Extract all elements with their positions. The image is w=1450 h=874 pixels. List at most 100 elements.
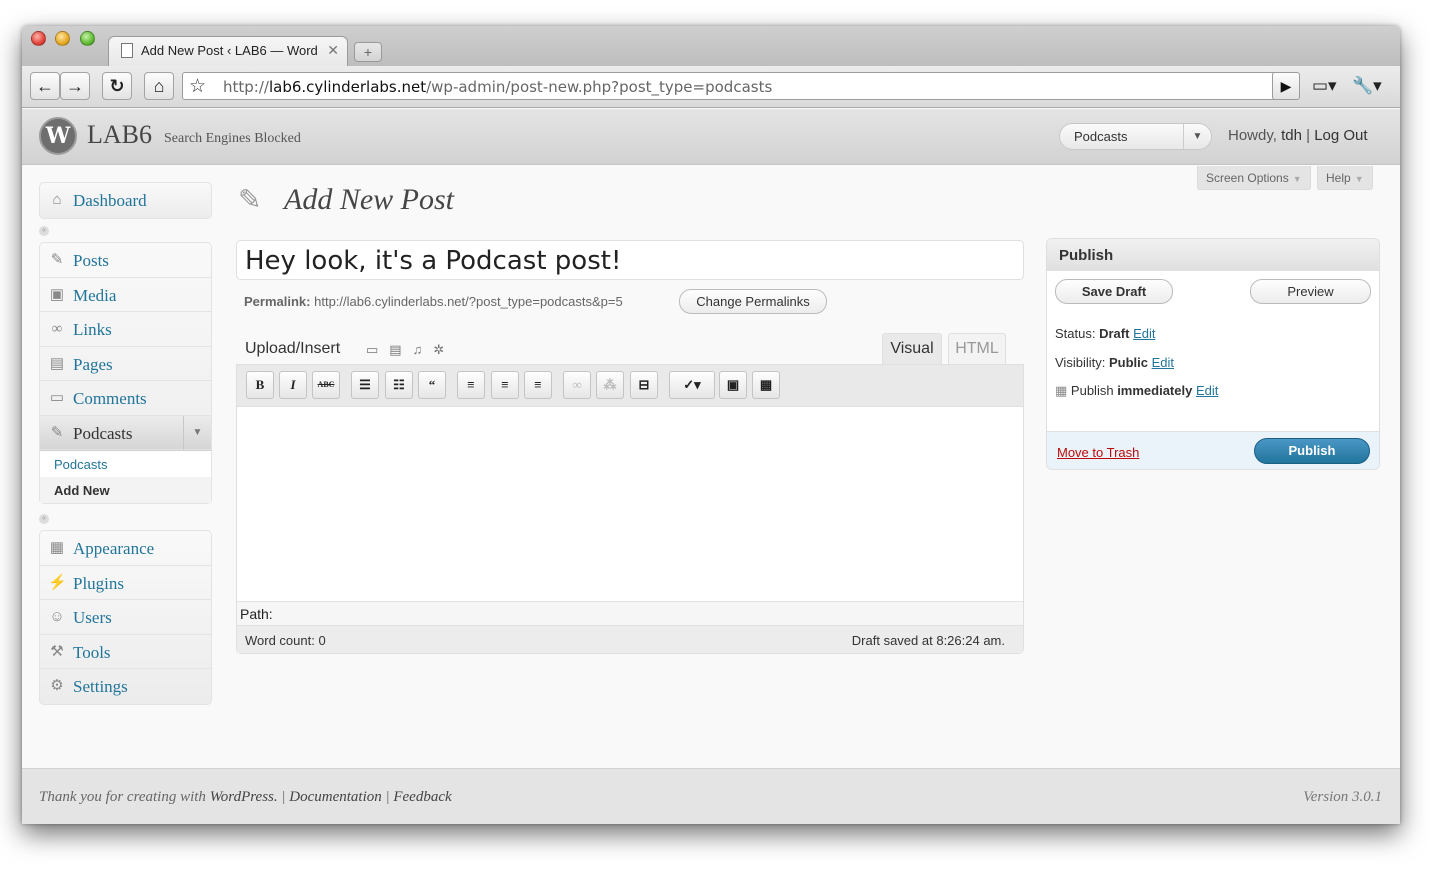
wp-footer: Thank you for creating with WordPress. |… bbox=[22, 768, 1400, 824]
screen-options-button[interactable]: Screen Options ▼ bbox=[1197, 166, 1311, 190]
insert-more-button[interactable]: ⊟ bbox=[630, 371, 658, 399]
user-link[interactable]: tdh bbox=[1281, 127, 1302, 144]
insert-link-button[interactable]: ∞ bbox=[563, 371, 591, 399]
back-button[interactable]: ← bbox=[30, 72, 60, 100]
unlink-button[interactable]: ⁂ bbox=[596, 371, 624, 399]
submenu-item-add-new[interactable]: Add New bbox=[40, 477, 211, 503]
strikethrough-button[interactable]: ABC bbox=[312, 371, 340, 399]
url-text: http://lab6.cylinderlabs.net/wp-admin/po… bbox=[223, 78, 773, 96]
permalink: Permalink: http://lab6.cylinderlabs.net/… bbox=[244, 294, 623, 309]
word-count: Word count: 0 bbox=[245, 633, 326, 648]
sidebar-item-label: Links bbox=[73, 320, 112, 339]
sidebar-item-tools[interactable]: ⚒ Tools bbox=[40, 635, 211, 669]
sidebar-item-pages[interactable]: ▤ Pages bbox=[40, 347, 211, 381]
numbered-list-button[interactable]: ☷ bbox=[385, 371, 413, 399]
sidebar-item-label: Settings bbox=[73, 677, 128, 696]
minimize-window-button[interactable] bbox=[55, 31, 70, 46]
feedback-link[interactable]: Feedback bbox=[393, 789, 451, 805]
status-label: Status: bbox=[1055, 326, 1096, 341]
sidebar-item-appearance[interactable]: ▦ Appearance bbox=[40, 531, 211, 566]
sidebar-item-label: Users bbox=[73, 608, 112, 627]
edit-status-link[interactable]: Edit bbox=[1133, 326, 1155, 341]
site-name[interactable]: LAB6 bbox=[87, 120, 152, 150]
help-button[interactable]: Help ▼ bbox=[1317, 166, 1373, 190]
bold-button[interactable]: B bbox=[246, 371, 274, 399]
chevron-down-icon[interactable]: ▼ bbox=[1183, 124, 1211, 149]
edit-publish-time-link[interactable]: Edit bbox=[1196, 383, 1218, 398]
go-button[interactable]: ▶ bbox=[1272, 72, 1300, 100]
sidebar-item-dashboard[interactable]: ⌂ Dashboard bbox=[40, 183, 211, 218]
sidebar-item-users[interactable]: ☺ Users bbox=[40, 600, 211, 635]
media-icon: ▣ bbox=[49, 286, 65, 303]
sidebar-item-links[interactable]: ∞ Links bbox=[40, 312, 211, 347]
users-icon: ☺ bbox=[49, 609, 65, 625]
address-bar[interactable]: ☆ http://lab6.cylinderlabs.net/wp-admin/… bbox=[182, 72, 1286, 100]
forward-button[interactable]: → bbox=[60, 72, 90, 100]
italic-button[interactable]: I bbox=[279, 371, 307, 399]
sidebar-item-label: Appearance bbox=[73, 539, 155, 558]
publish-button[interactable]: Publish bbox=[1254, 438, 1370, 464]
permalink-url[interactable]: http://lab6.cylinderlabs.net/?post_type=… bbox=[314, 294, 623, 309]
change-permalinks-button[interactable]: Change Permalinks bbox=[679, 289, 827, 314]
bookmark-star-icon[interactable]: ☆ bbox=[189, 75, 206, 98]
visibility-label: Visibility: bbox=[1055, 355, 1106, 370]
move-to-trash-link[interactable]: Move to Trash bbox=[1057, 445, 1139, 460]
browser-tab[interactable]: Add New Post ‹ LAB6 — Word ✕ bbox=[108, 36, 348, 66]
caret-down-icon: ▼ bbox=[1354, 174, 1364, 184]
sidebar-item-label: Plugins bbox=[73, 573, 125, 593]
sidebar-item-posts[interactable]: ✎ Posts bbox=[40, 243, 211, 278]
settings-icon: ⚙ bbox=[50, 678, 64, 694]
sidebar-item-comments[interactable]: ▭ Comments bbox=[40, 381, 211, 416]
pushpin-icon: ✎ bbox=[50, 252, 64, 268]
zoom-window-button[interactable] bbox=[80, 31, 95, 46]
edit-visibility-link[interactable]: Edit bbox=[1152, 355, 1174, 370]
favorite-actions-dropdown[interactable]: Podcasts ▼ bbox=[1059, 123, 1212, 150]
wordpress-link[interactable]: WordPress. bbox=[210, 789, 278, 805]
kitchen-sink-button[interactable]: ▦ bbox=[752, 371, 780, 399]
menu-collapse-separator[interactable]: « bbox=[39, 226, 212, 236]
new-tab-button[interactable]: + bbox=[354, 42, 382, 62]
privacy-note[interactable]: Search Engines Blocked bbox=[164, 131, 301, 147]
editor-status-bar: Word count: 0 Draft saved at 8:26:24 am. bbox=[237, 625, 1023, 653]
post-title-input[interactable]: Hey look, it's a Podcast post! bbox=[236, 240, 1024, 280]
draft-saved-status: Draft saved at 8:26:24 am. bbox=[851, 633, 1005, 648]
wrench-menu-icon[interactable]: 🔧▾ bbox=[1352, 76, 1382, 96]
sidebar-item-settings[interactable]: ⚙ Settings bbox=[40, 669, 211, 704]
publish-time-value: immediately bbox=[1117, 383, 1193, 398]
howdy-text: Howdy, bbox=[1228, 127, 1277, 144]
add-media-icon[interactable]: ✲ bbox=[433, 342, 455, 357]
post-status-row: Status: Draft Edit bbox=[1055, 326, 1155, 341]
separator: | bbox=[385, 789, 390, 805]
fullscreen-button[interactable]: ▣ bbox=[719, 371, 747, 399]
bullet-list-button[interactable]: ☰ bbox=[351, 371, 379, 399]
close-window-button[interactable] bbox=[31, 31, 46, 46]
home-button[interactable]: ⌂ bbox=[144, 72, 174, 100]
add-audio-icon[interactable]: ♫ bbox=[413, 342, 434, 357]
sidebar-menu-top: ⌂ Dashboard bbox=[39, 182, 212, 219]
add-video-icon[interactable]: ▤ bbox=[389, 342, 412, 357]
reload-button[interactable]: ↻ bbox=[102, 72, 132, 100]
chevron-down-icon[interactable]: ▼ bbox=[183, 415, 211, 450]
spellcheck-button[interactable]: ✓▾ bbox=[669, 371, 715, 399]
documentation-link[interactable]: Documentation bbox=[289, 789, 381, 805]
add-image-icon[interactable]: ▭ bbox=[366, 342, 389, 357]
page-menu-icon[interactable]: ▭▾ bbox=[1312, 76, 1337, 96]
sidebar-item-podcasts[interactable]: ✎ Podcasts ▼ bbox=[40, 415, 211, 450]
align-left-button[interactable]: ≡ bbox=[457, 371, 485, 399]
sidebar-item-media[interactable]: ▣ Media bbox=[40, 278, 211, 312]
preview-button[interactable]: Preview bbox=[1250, 279, 1371, 304]
sidebar-item-plugins[interactable]: ⚡ Plugins bbox=[40, 566, 211, 600]
save-draft-button[interactable]: Save Draft bbox=[1055, 279, 1173, 304]
tab-visual[interactable]: Visual bbox=[882, 333, 942, 364]
close-tab-icon[interactable]: ✕ bbox=[327, 42, 339, 59]
align-center-button[interactable]: ≡ bbox=[491, 371, 519, 399]
submenu-item-podcasts[interactable]: Podcasts bbox=[40, 451, 211, 477]
logout-link[interactable]: Log Out bbox=[1314, 127, 1367, 144]
menu-collapse-separator[interactable]: « bbox=[39, 514, 212, 524]
tab-html[interactable]: HTML bbox=[948, 333, 1006, 364]
sidebar-menu-main: ✎ Posts ▣ Media ∞ Links ▤ Pages ▭ Commen… bbox=[39, 242, 212, 504]
blockquote-button[interactable]: “ bbox=[418, 371, 446, 399]
sidebar-item-label: Media bbox=[73, 285, 117, 305]
align-right-button[interactable]: ≡ bbox=[524, 371, 552, 399]
separator: | bbox=[281, 789, 286, 805]
